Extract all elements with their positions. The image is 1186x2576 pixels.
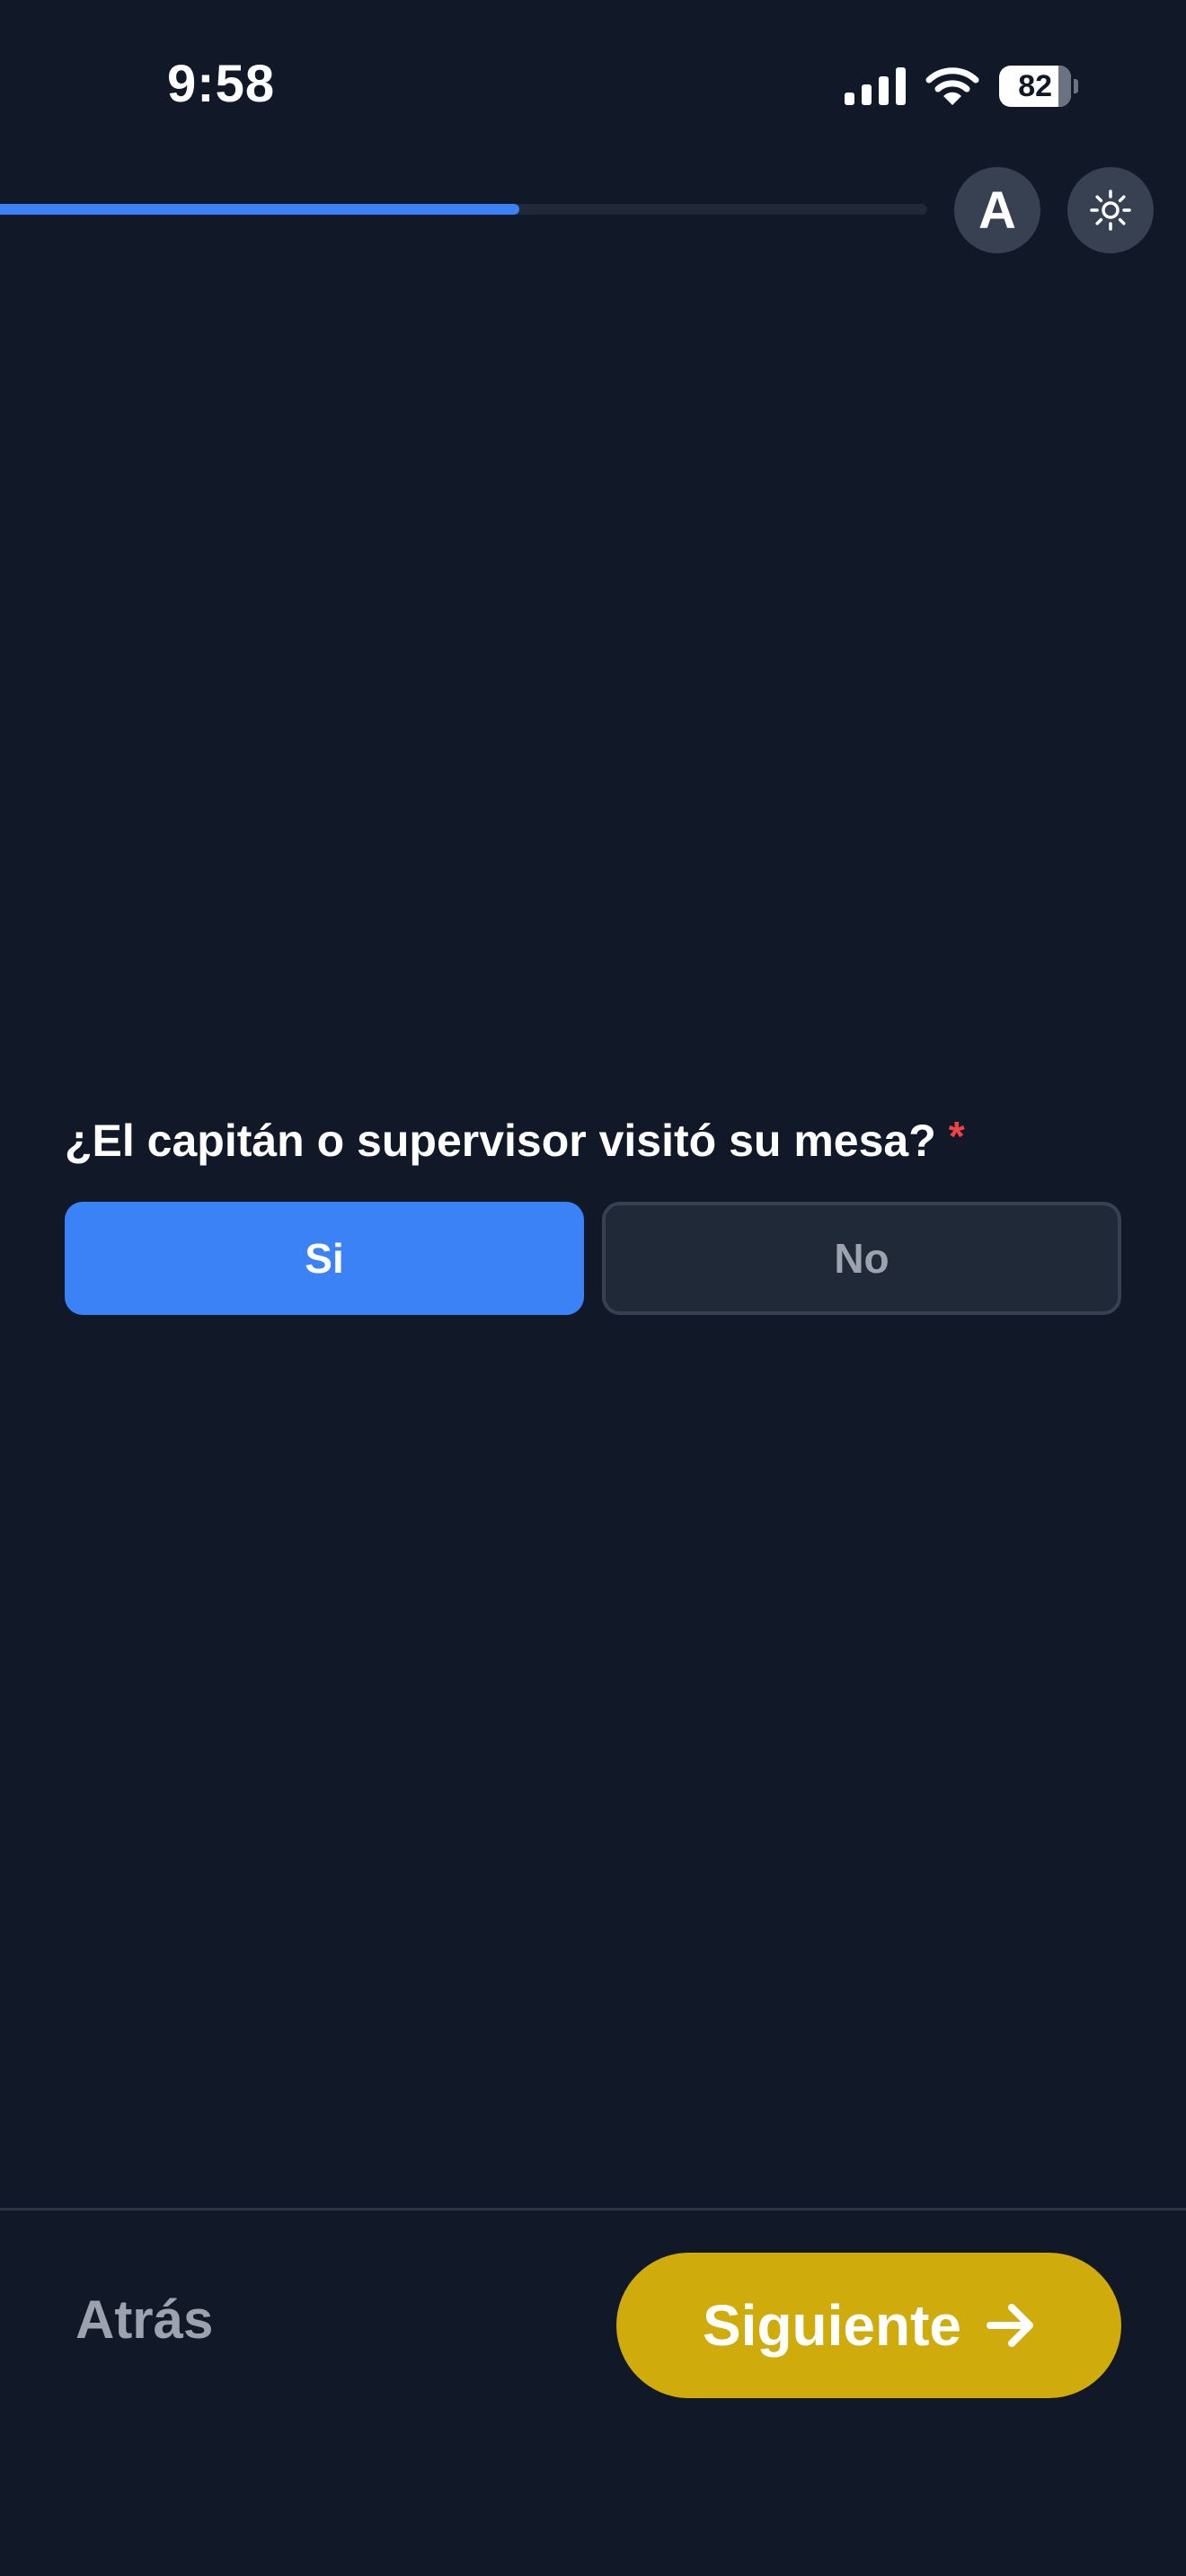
battery-body: 82 [999, 66, 1072, 107]
battery-icon: 82 [999, 66, 1078, 107]
next-button-label: Siguiente [702, 2293, 962, 2358]
progress-bar [0, 204, 927, 215]
next-button[interactable]: Siguiente [616, 2253, 1121, 2398]
answer-options: Si No [65, 1202, 1121, 1315]
option-yes-button[interactable]: Si [65, 1202, 584, 1315]
option-no-button[interactable]: No [602, 1202, 1121, 1315]
status-time: 9:58 [167, 55, 276, 113]
arrow-right-icon [987, 2304, 1034, 2347]
question-label: ¿El capitán o supervisor visitó su mesa?… [65, 1103, 1121, 1174]
sun-icon [1090, 190, 1131, 231]
status-bar: 9:58 82 [0, 0, 1186, 171]
question-block: ¿El capitán o supervisor visitó su mesa?… [65, 1103, 1121, 1315]
font-size-button[interactable]: A [954, 167, 1040, 253]
survey-screen: 9:58 82 A ¿El capitán o supervisor visit… [0, 0, 1186, 2576]
theme-toggle-button[interactable] [1067, 167, 1154, 253]
required-marker: * [948, 1113, 965, 1160]
battery-level: 82 [1018, 68, 1053, 103]
footer-divider [0, 2208, 1186, 2210]
back-button[interactable]: Atrás [75, 2289, 213, 2351]
battery-cap [1074, 79, 1078, 93]
status-icons: 82 [845, 61, 1078, 111]
question-text: ¿El capitán o supervisor visitó su mesa? [65, 1116, 936, 1166]
wifi-icon [925, 67, 979, 105]
signal-icon [845, 67, 906, 105]
progress-bar-fill [0, 204, 519, 215]
